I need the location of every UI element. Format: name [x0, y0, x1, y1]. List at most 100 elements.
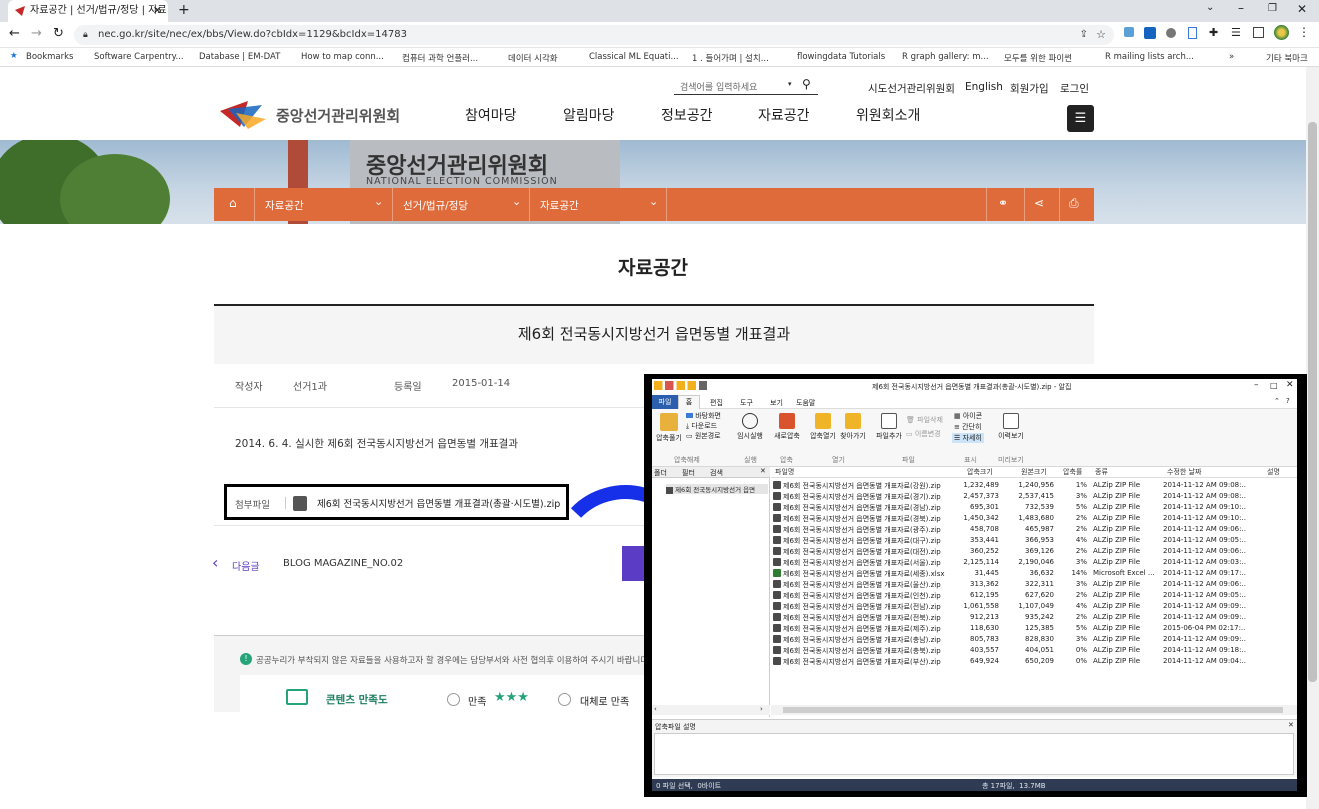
table-row[interactable]: 제6회 전국동시지방선거 읍면동별 개표자료(대구).zip 353,441 366…	[771, 535, 1297, 546]
window-close-icon[interactable]: ✕	[1297, 2, 1307, 16]
table-row[interactable]: 제6회 전국동시지방선거 읍면동별 개표자료(전남).zip 1,061,558 1…	[771, 601, 1297, 612]
table-row[interactable]: 제6회 전국동시지방선거 읍면동별 개표자료(부산).zip 649,924 650…	[771, 656, 1297, 667]
bookmark-9[interactable]: R graph gallery: m...	[902, 52, 989, 62]
new-archive-button[interactable]: 새로압축	[772, 413, 802, 441]
delete-file-button[interactable]: 🗑︎ 파일삭제	[906, 415, 943, 425]
folder-hscroll[interactable]: ‹ ›	[652, 705, 770, 715]
search-icon[interactable]: ⚲	[802, 77, 811, 91]
next-post-title[interactable]: BLOG MAGAZINE_NO.02	[283, 558, 403, 569]
tab-search[interactable]: 검색	[710, 468, 723, 478]
bookmark-11[interactable]: R mailing lists arch...	[1105, 52, 1194, 62]
bookmark-3[interactable]: How to map conn...	[301, 52, 384, 62]
extension-badge-icon[interactable]	[1144, 27, 1156, 39]
tree-item[interactable]: 제6회 전국동시지방선거 읍면	[666, 484, 768, 494]
open-archive-button[interactable]: 압축열기	[808, 413, 838, 441]
alzip-maximize-icon[interactable]: □	[1270, 381, 1278, 390]
table-row[interactable]: 제6회 전국동시지방선거 읍면동별 개표자료(광주).zip 458,708 465…	[771, 524, 1297, 535]
search-dropdown-icon[interactable]: ▾	[788, 80, 792, 88]
chevron-down-icon[interactable]: ⌄	[374, 195, 383, 208]
option-satisfied[interactable]: 만족	[468, 693, 486, 708]
col-compressed-size[interactable]: 압축크기	[967, 467, 993, 477]
col-type[interactable]: 종류	[1095, 467, 1108, 477]
ribbon-tab-file[interactable]: 파일	[652, 395, 678, 409]
print-icon[interactable]: ⎙	[1069, 196, 1079, 211]
alzip-close-icon[interactable]: ✕	[1286, 380, 1294, 390]
menu-icon[interactable]: ⋮	[1298, 25, 1310, 39]
file-list-hscroll[interactable]	[771, 705, 1297, 715]
nav-about[interactable]: 위원회소개	[856, 105, 920, 125]
bookmark-6[interactable]: Classical ML Equati...	[589, 52, 679, 62]
nav-info[interactable]: 정보공간	[661, 105, 713, 125]
bookmark-5[interactable]: 데이터 시각화	[508, 52, 558, 64]
top-link-english[interactable]: English	[965, 81, 1003, 93]
to-desktop-button[interactable]: 바탕화면	[686, 411, 721, 421]
orig-path-button[interactable]: ▭ 원본경로	[686, 431, 721, 441]
browser-tab[interactable]: 자료공간 | 선거/법규/정당 | 자료 ✕	[8, 0, 168, 22]
find-button[interactable]: 찾아가기	[838, 413, 868, 441]
media-icon[interactable]: ☰	[1231, 26, 1241, 39]
table-row[interactable]: 제6회 전국동시지방선거 읍면동별 개표자료(충북).zip 403,557 404…	[771, 645, 1297, 656]
extension-icon-2[interactable]	[1166, 28, 1176, 38]
url-input[interactable]: 🔒︎ nec.go.kr/site/nec/ex/bbs/View.do?cbI…	[74, 25, 1114, 45]
prev-arrow-icon[interactable]: ‹	[212, 553, 218, 572]
chevron-down-icon[interactable]: ⌄	[649, 195, 658, 208]
icons-view-button[interactable]: ▦ 아이콘	[954, 411, 982, 421]
side-panel-icon[interactable]	[1253, 27, 1264, 38]
back-icon[interactable]: ←	[9, 26, 20, 41]
chevron-down-icon[interactable]: ⌄	[512, 195, 521, 208]
other-bookmarks[interactable]: 기타 북마크	[1266, 52, 1308, 64]
minimize-icon[interactable]: –	[1238, 1, 1244, 15]
rename-button[interactable]: ▭ 이름변경	[906, 429, 941, 439]
nav-resources[interactable]: 자료공간	[758, 105, 810, 125]
history-button[interactable]: 이력보기	[996, 413, 1026, 441]
table-row[interactable]: 제6회 전국동시지방선거 읍면동별 개표자료(서울).zip 2,125,114 2…	[771, 557, 1297, 568]
extension-icon[interactable]	[1124, 27, 1134, 37]
description-textarea[interactable]	[654, 733, 1294, 775]
share-icon[interactable]: ⇪	[1080, 25, 1088, 45]
bookmark-4[interactable]: 컴퓨터 과학 언플러...	[402, 52, 478, 64]
forward-icon[interactable]: →	[31, 26, 42, 41]
site-search[interactable]: 검색어를 입력하세요 ▾ ⚲	[674, 77, 818, 95]
table-row[interactable]: 제6회 전국동시지방선거 읍면동별 개표자료(제주).zip 118,630 125…	[771, 623, 1297, 634]
top-link-login[interactable]: 로그인	[1060, 81, 1089, 96]
tab-close-icon[interactable]: ✕	[153, 0, 162, 22]
table-row[interactable]: 제6회 전국동시지방선거 읍면동별 개표자료(세종).xlsx 31,445 36,…	[771, 568, 1297, 579]
new-tab-icon[interactable]: +	[178, 2, 190, 18]
add-file-button[interactable]: 파일추가	[874, 413, 904, 441]
maximize-icon[interactable]: ❐	[1268, 3, 1277, 14]
hscroll-thumb[interactable]	[783, 707, 1283, 713]
bookmark-star-icon[interactable]: ☆	[1096, 25, 1106, 45]
table-row[interactable]: 제6회 전국동시지방선거 읍면동별 개표자료(경북).zip 1,450,342 1…	[771, 513, 1297, 524]
nav-notice[interactable]: 알림마당	[563, 105, 615, 125]
extract-button[interactable]: 압축풀기	[654, 413, 684, 443]
site-search-input[interactable]: 검색어를 입력하세요	[680, 80, 757, 93]
ribbon-tab-home[interactable]: 홈	[678, 395, 700, 409]
table-row[interactable]: 제6회 전국동시지방선거 읍면동별 개표자료(강원).zip 1,232,489 1…	[771, 480, 1297, 491]
col-filename[interactable]: 파일명	[775, 467, 794, 477]
scrollbar-thumb[interactable]	[1308, 122, 1317, 682]
quick-access-icons[interactable]	[654, 381, 724, 390]
page-scrollbar[interactable]	[1306, 67, 1319, 809]
ribbon-tab-edit[interactable]: 편집	[710, 398, 723, 408]
puzzle-icon[interactable]: ✚	[1209, 26, 1218, 39]
table-row[interactable]: 제6회 전국동시지방선거 읍면동별 개표자료(경남).zip 695,301 732…	[771, 502, 1297, 513]
table-row[interactable]: 제6회 전국동시지방선거 읍면동별 개표자료(전북).zip 912,213 935…	[771, 612, 1297, 623]
table-row[interactable]: 제6회 전국동시지방선거 읍면동별 개표자료(인천).zip 612,195 627…	[771, 590, 1297, 601]
bookmark-0[interactable]: Bookmarks	[26, 52, 74, 62]
col-description[interactable]: 설명	[1267, 467, 1280, 477]
link-icon[interactable]: ⚭	[998, 196, 1008, 210]
ribbon-tab-help[interactable]: 도움말	[796, 398, 815, 408]
bookmark-7[interactable]: 1 . 들어가며 | 설치...	[692, 52, 769, 64]
top-link-regional[interactable]: 시도선거관리위원회	[868, 81, 955, 96]
bookmark-8[interactable]: flowingdata Tutorials	[797, 52, 885, 62]
top-link-signup[interactable]: 회원가입	[1010, 81, 1049, 96]
description-close-icon[interactable]: ✕	[1288, 721, 1294, 729]
tab-search-icon[interactable]: ⌄	[1206, 2, 1214, 13]
help-icon[interactable]: ?	[1286, 397, 1290, 405]
temp-run-button[interactable]: 임시실행	[734, 413, 766, 441]
ribbon-tab-tools[interactable]: 도구	[740, 398, 753, 408]
profile-avatar[interactable]	[1274, 25, 1289, 40]
tab-filter[interactable]: 필터	[682, 468, 695, 478]
more-bookmarks-icon[interactable]: »	[1229, 52, 1234, 62]
bookmark-2[interactable]: Database | EM-DAT	[199, 52, 280, 62]
